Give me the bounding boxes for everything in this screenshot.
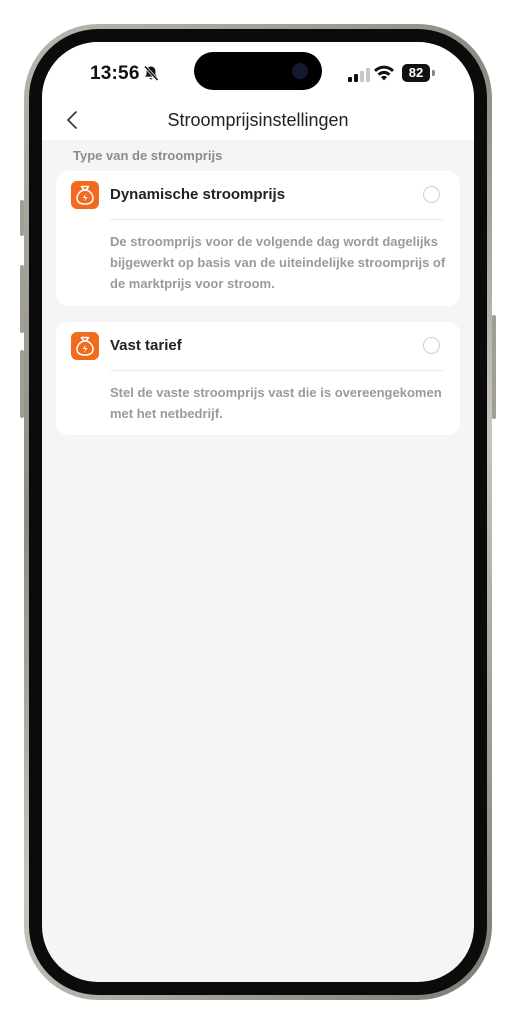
action-button	[20, 200, 24, 236]
radio-button-fixed[interactable]	[423, 337, 440, 354]
screen: 13:56 82 Stroomprijsinstellingen Type va…	[42, 42, 474, 982]
option-dynamic-price[interactable]: Dynamische stroomprijs De stroomprijs vo…	[56, 171, 460, 306]
divider	[110, 219, 444, 220]
option-description: Stel de vaste stroomprijs vast die is ov…	[110, 385, 442, 421]
volume-down-button	[20, 350, 24, 418]
status-time: 13:56	[90, 63, 140, 84]
battery-icon: 82	[402, 64, 436, 82]
camera-icon	[292, 63, 308, 79]
wifi-icon	[374, 65, 394, 81]
cellular-signal-icon	[348, 68, 370, 82]
divider	[110, 370, 444, 371]
battery-level: 82	[402, 64, 430, 82]
option-title: Dynamische stroomprijs	[110, 186, 286, 203]
radio-button-dynamic[interactable]	[423, 186, 440, 203]
status-bar: 13:56 82	[42, 42, 474, 104]
option-description: De stroomprijs voor de volgende dag word…	[110, 234, 446, 291]
bell-slash-icon	[143, 65, 159, 82]
money-bag-bolt-icon	[71, 332, 99, 360]
navigation-bar: Stroomprijsinstellingen	[42, 104, 474, 140]
page-title: Stroomprijsinstellingen	[167, 110, 349, 130]
option-fixed-rate[interactable]: Vast tarief Stel de vaste stroomprijs va…	[56, 322, 460, 435]
section-label: Type van de stroomprijs	[73, 148, 223, 163]
power-button	[492, 315, 496, 419]
option-title: Vast tarief	[110, 337, 182, 354]
home-indicator-area	[42, 952, 474, 982]
money-bag-bolt-icon	[71, 181, 99, 209]
dynamic-island	[194, 52, 322, 90]
volume-up-button	[20, 265, 24, 333]
